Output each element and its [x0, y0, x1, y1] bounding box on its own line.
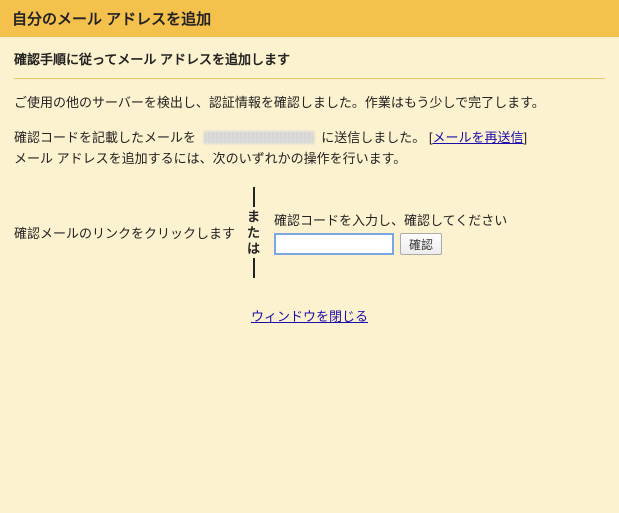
- or-text: ま た は: [247, 207, 260, 258]
- sent-suffix-before: に送信しました。 [: [321, 130, 432, 145]
- verify-right-label: 確認コードを入力し、確認してください: [274, 210, 507, 229]
- info-block-2: 確認コードを記載したメールを に送信しました。 [メールを再送信] メール アド…: [14, 128, 605, 170]
- close-window-link[interactable]: ウィンドウを閉じる: [251, 309, 368, 324]
- confirm-button[interactable]: 確認: [400, 233, 442, 255]
- verification-code-input[interactable]: [274, 233, 394, 255]
- sent-prefix: 確認コードを記載したメールを: [14, 130, 196, 145]
- info-line-1: ご使用の他のサーバーを検出し、認証情報を確認しました。作業はもう少しで完了します…: [14, 93, 605, 114]
- info-line-3: メール アドレスを追加するには、次のいずれかの操作を行います。: [14, 151, 406, 166]
- dialog-title: 自分のメール アドレスを追加: [12, 11, 211, 28]
- divider-line-bottom: [253, 258, 255, 278]
- sent-suffix-after: ]: [524, 130, 528, 145]
- verify-row: 確認メールのリンクをクリックします ま た は 確認コードを入力し、確認してくだ…: [14, 187, 605, 278]
- close-row: ウィンドウを閉じる: [14, 306, 605, 325]
- resend-link[interactable]: メールを再送信: [433, 130, 524, 145]
- dialog-header: 自分のメール アドレスを追加: [0, 0, 619, 37]
- subheading: 確認手順に従ってメール アドレスを追加します: [14, 49, 605, 79]
- verify-left-instruction: 確認メールのリンクをクリックします: [14, 223, 243, 242]
- redacted-email: [204, 131, 314, 144]
- dialog-content: 確認手順に従ってメール アドレスを追加します ご使用の他のサーバーを検出し、認証…: [0, 37, 619, 337]
- verify-input-row: 確認: [274, 233, 507, 255]
- verify-right: 確認コードを入力し、確認してください 確認: [264, 210, 507, 255]
- or-divider: ま た は: [243, 187, 264, 278]
- divider-line-top: [253, 187, 255, 207]
